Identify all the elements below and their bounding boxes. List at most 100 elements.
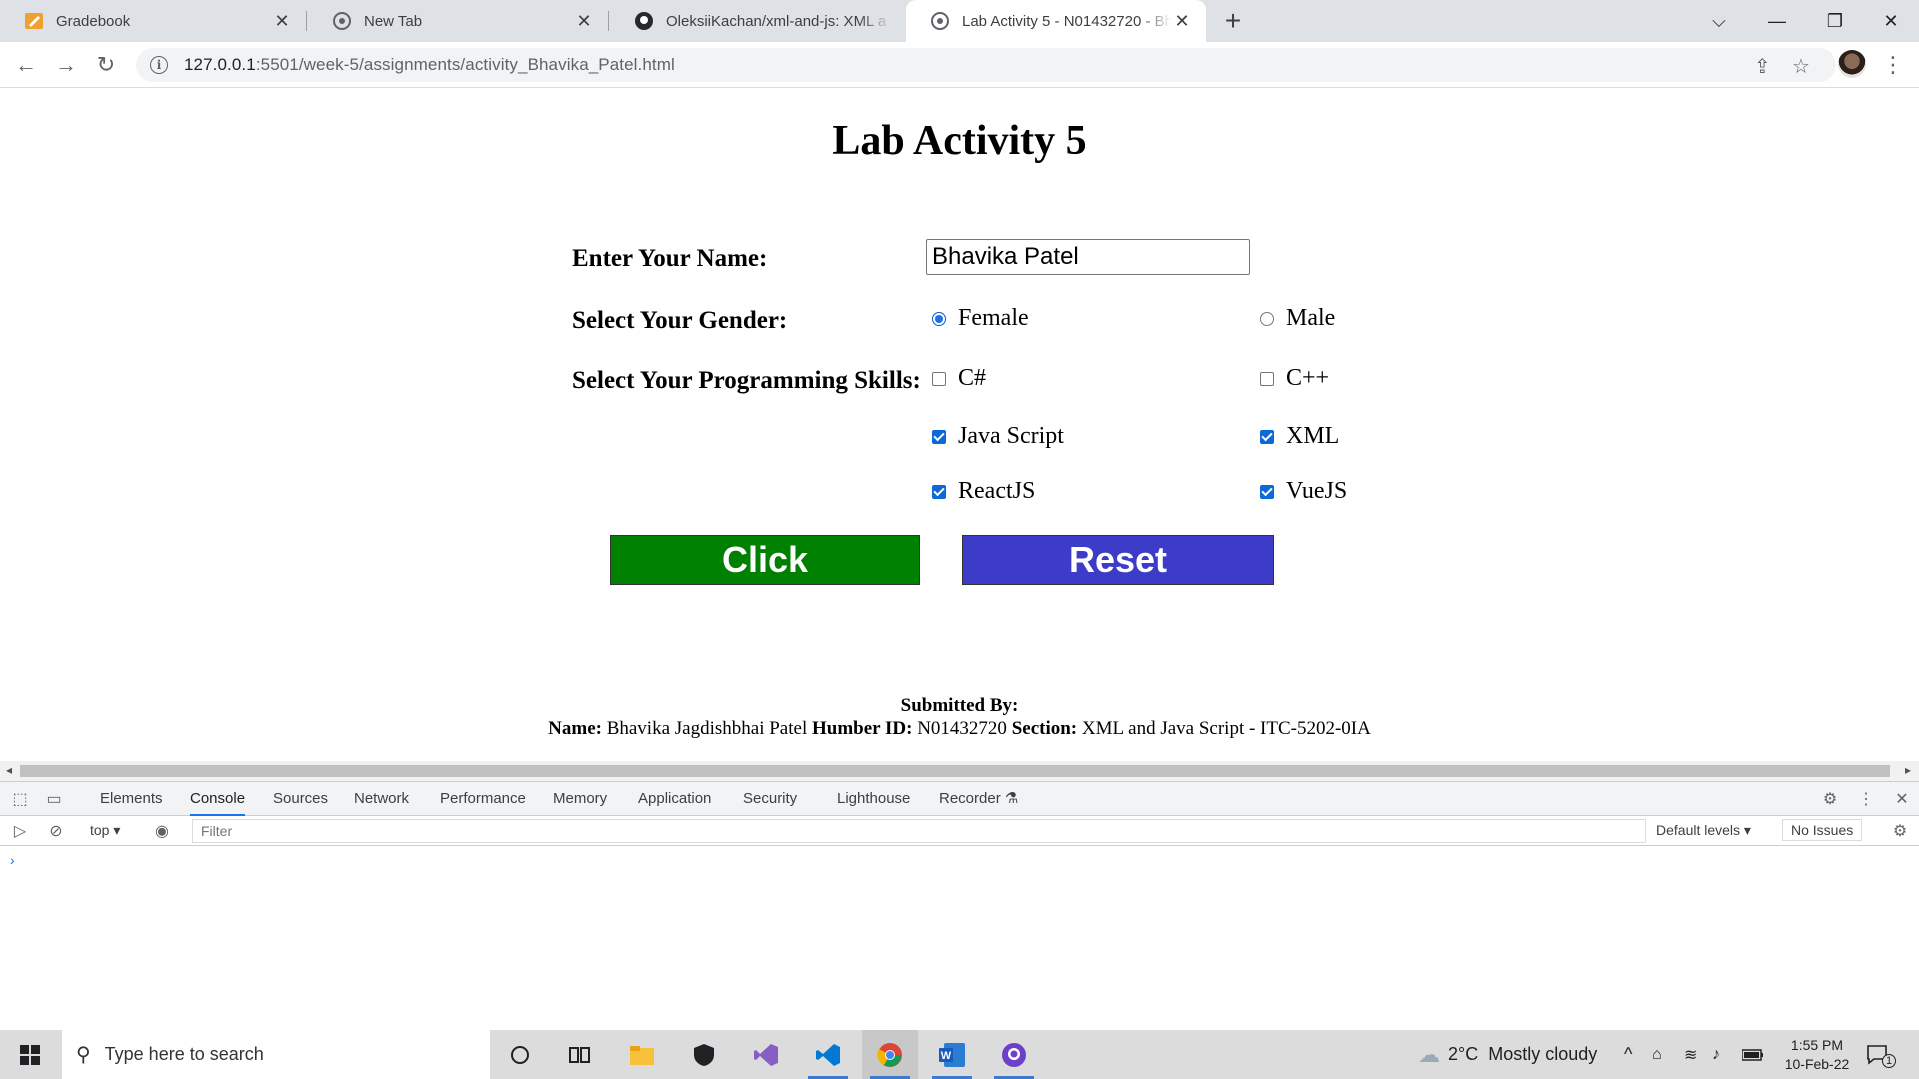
device-toolbar-icon[interactable]: ▭ (44, 789, 64, 809)
task-view-icon[interactable] (552, 1030, 608, 1079)
forward-icon[interactable]: → (50, 49, 82, 81)
skill-csharp-option[interactable]: C# (932, 365, 986, 392)
battery-icon[interactable] (1742, 1030, 1764, 1079)
visual-studio-icon[interactable] (738, 1030, 794, 1079)
devtools-close-icon[interactable]: ✕ (1892, 789, 1912, 809)
console-settings-icon[interactable]: ⚙ (1890, 821, 1910, 841)
reactjs-checkbox[interactable] (932, 484, 946, 499)
devtools-tab-sources[interactable]: Sources (273, 782, 328, 816)
tab-github[interactable]: OleksiiKachan/xml-and-js: XML a (610, 0, 906, 42)
close-window-button[interactable]: ✕ (1862, 0, 1919, 42)
skill-vuejs-option[interactable]: VueJS (1260, 478, 1347, 505)
volume-icon[interactable]: ♪ (1712, 1030, 1720, 1079)
devtools-tab-recorder[interactable]: Recorder ⚗ (939, 782, 1018, 816)
female-radio[interactable] (932, 311, 946, 326)
csharp-label: C# (958, 365, 987, 391)
notifications-icon[interactable]: 1 (1866, 1030, 1896, 1079)
click-button[interactable]: Click (610, 535, 920, 585)
clock-time: 1:55 PM (1790, 1036, 1844, 1053)
clock[interactable]: 1:55 PM 10-Feb-22 (1776, 1030, 1858, 1079)
browser-menu-icon[interactable]: ⋮ (1882, 52, 1904, 78)
gender-female-option[interactable]: Female (932, 305, 1029, 332)
skill-reactjs-option[interactable]: ReactJS (932, 478, 1035, 505)
close-tab-icon[interactable]: ✕ (1172, 11, 1192, 31)
scroll-right-icon[interactable]: ▸ (1905, 763, 1911, 777)
scrollbar-thumb[interactable] (20, 765, 1890, 777)
wifi-icon[interactable]: ≋ (1684, 1030, 1697, 1079)
svg-text:W: W (941, 1050, 952, 1062)
notification-count: 1 (1882, 1053, 1896, 1068)
skill-javascript-option[interactable]: Java Script (932, 423, 1064, 450)
gender-male-option[interactable]: Male (1260, 305, 1335, 332)
devtools-tab-console[interactable]: Console (190, 782, 246, 816)
tab-gradebook[interactable]: Gradebook ✕ (0, 0, 306, 42)
clear-console-icon[interactable]: ⊘ (46, 821, 66, 841)
windows-start-icon[interactable] (2, 1030, 58, 1079)
csharp-checkbox[interactable] (932, 371, 946, 386)
context-selector[interactable]: top ▾ (90, 822, 120, 839)
windows-taskbar: ⚲ Type here to search W ☁ 2°C Mostly clo… (0, 1030, 1919, 1079)
reset-button[interactable]: Reset (962, 535, 1274, 585)
live-expression-eye-icon[interactable]: ◉ (152, 821, 172, 841)
word-icon[interactable]: W (924, 1030, 980, 1079)
devtools-tab-network[interactable]: Network (354, 782, 409, 816)
name-label: Enter Your Name: (572, 245, 768, 272)
cortana-icon[interactable] (492, 1030, 548, 1079)
vuejs-checkbox[interactable] (1260, 484, 1274, 499)
scroll-left-icon[interactable]: ◂ (6, 763, 12, 777)
skill-xml-option[interactable]: XML (1260, 423, 1339, 450)
chrome-taskbar-icon[interactable] (862, 1030, 918, 1079)
skill-cpp-option[interactable]: C++ (1260, 365, 1329, 392)
devtools-tab-memory[interactable]: Memory (553, 782, 607, 816)
devtools-menu-icon[interactable]: ⋮ (1856, 789, 1876, 809)
javascript-checkbox[interactable] (932, 429, 946, 444)
github-icon (634, 11, 654, 31)
address-bar[interactable]: i 127.0.0.1:5501/week-5/assignments/acti… (136, 48, 1836, 82)
sidebar-toggle-icon[interactable]: ▷ (10, 821, 30, 841)
show-hidden-icons[interactable]: ^ (1624, 1030, 1632, 1079)
vscode-icon[interactable] (800, 1030, 856, 1079)
close-tab-icon[interactable]: ✕ (272, 11, 292, 31)
profile-avatar[interactable] (1838, 50, 1866, 78)
tab-new-tab[interactable]: New Tab ✕ (308, 0, 608, 42)
weather-widget[interactable]: ☁ 2°C Mostly cloudy (1418, 1030, 1597, 1079)
skills-label: Select Your Programming Skills: (572, 367, 921, 394)
share-icon[interactable]: ⇪ (1754, 54, 1771, 79)
devtools-tab-elements[interactable]: Elements (100, 782, 163, 816)
log-levels-dropdown[interactable]: Default levels ▾ (1656, 822, 1751, 839)
devtools-settings-icon[interactable]: ⚙ (1820, 789, 1840, 809)
horizontal-scrollbar[interactable]: ◂ ▸ (0, 761, 1919, 781)
restore-button[interactable]: ❐ (1806, 0, 1864, 42)
tab-search-icon[interactable]: ⌵ (1690, 0, 1748, 42)
cpp-checkbox[interactable] (1260, 371, 1274, 386)
close-tab-icon[interactable]: ✕ (574, 11, 594, 31)
issues-button[interactable]: No Issues (1782, 819, 1863, 841)
devtools-tab-application[interactable]: Application (638, 782, 711, 816)
xml-checkbox[interactable] (1260, 429, 1274, 444)
console-prompt-icon[interactable]: › (10, 852, 15, 868)
minimize-button[interactable]: — (1748, 0, 1806, 42)
file-explorer-icon[interactable] (614, 1030, 670, 1079)
console-filter-input[interactable] (192, 819, 1646, 843)
male-radio[interactable] (1260, 311, 1274, 326)
new-tab-button[interactable]: + (1218, 5, 1248, 36)
gradebook-icon (24, 11, 44, 31)
devtools-tab-security[interactable]: Security (743, 782, 797, 816)
console-toolbar: ▷ ⊘ top ▾ ◉ Default levels ▾ No Issues ⚙ (0, 816, 1919, 846)
reload-icon[interactable]: ↻ (90, 49, 122, 81)
back-icon[interactable]: ← (10, 49, 42, 81)
security-shield-icon[interactable] (676, 1030, 732, 1079)
inspect-element-icon[interactable]: ⬚ (10, 789, 30, 809)
xml-label: XML (1286, 423, 1340, 449)
github-desktop-icon[interactable] (986, 1030, 1042, 1079)
tab-lab-activity[interactable]: Lab Activity 5 - N01432720 - Bha ✕ (906, 0, 1206, 42)
tab-title: New Tab (364, 12, 423, 30)
name-field[interactable] (926, 239, 1250, 275)
site-info-icon[interactable]: i (150, 56, 168, 74)
devtools-tab-performance[interactable]: Performance (440, 782, 526, 816)
bookmark-star-icon[interactable]: ☆ (1792, 54, 1810, 79)
clock-date: 10-Feb-22 (1784, 1055, 1850, 1072)
taskbar-search-box[interactable]: ⚲ Type here to search (62, 1030, 490, 1079)
network-icon[interactable]: ⌂ (1652, 1030, 1662, 1079)
devtools-tab-lighthouse[interactable]: Lighthouse (837, 782, 910, 816)
